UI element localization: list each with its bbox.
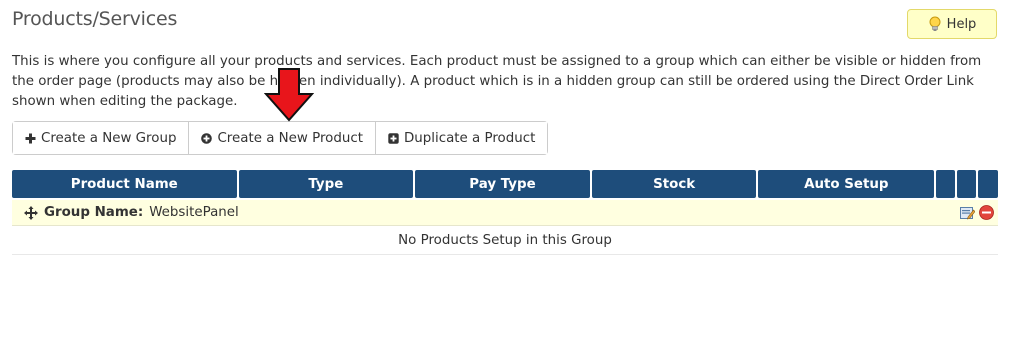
plus-icon	[25, 133, 36, 143]
delete-icon[interactable]	[979, 205, 994, 220]
plus-square-icon	[388, 132, 399, 144]
lightbulb-icon	[929, 16, 941, 31]
group-name-label: Group Name:	[44, 205, 144, 220]
table-header: Product Name Type Pay Type Stock Auto Se…	[12, 170, 998, 198]
page-title: Products/Services	[12, 8, 178, 30]
create-product-button[interactable]: Create a New Product	[189, 122, 376, 154]
empty-group-message: No Products Setup in this Group	[12, 227, 998, 255]
edit-icon[interactable]	[960, 205, 975, 220]
col-type[interactable]: Type	[238, 170, 414, 198]
create-group-button[interactable]: Create a New Group	[13, 122, 190, 154]
create-group-label: Create a New Group	[41, 130, 177, 146]
help-button[interactable]: Help	[907, 9, 997, 39]
intro-text: This is where you configure all your pro…	[12, 54, 982, 109]
col-product-name[interactable]: Product Name	[12, 170, 237, 198]
col-blank-1	[936, 170, 956, 198]
group-row: Group Name: WebsitePanel	[12, 200, 998, 226]
plus-circle-icon	[201, 132, 213, 144]
col-stock[interactable]: Stock	[591, 170, 757, 198]
col-blank-3	[978, 170, 998, 198]
duplicate-product-button[interactable]: Duplicate a Product	[375, 122, 548, 154]
toolbar-button-group: Create a New Group Create a New Product …	[12, 121, 549, 155]
move-icon[interactable]	[24, 205, 38, 220]
red-down-arrow-icon	[264, 68, 314, 122]
create-product-label: Create a New Product	[217, 130, 363, 146]
help-label: Help	[946, 16, 977, 32]
col-pay-type[interactable]: Pay Type	[415, 170, 590, 198]
col-auto-setup[interactable]: Auto Setup	[758, 170, 935, 198]
duplicate-product-label: Duplicate a Product	[403, 130, 536, 146]
col-blank-2	[957, 170, 977, 198]
group-name-value: WebsitePanel	[149, 205, 239, 220]
